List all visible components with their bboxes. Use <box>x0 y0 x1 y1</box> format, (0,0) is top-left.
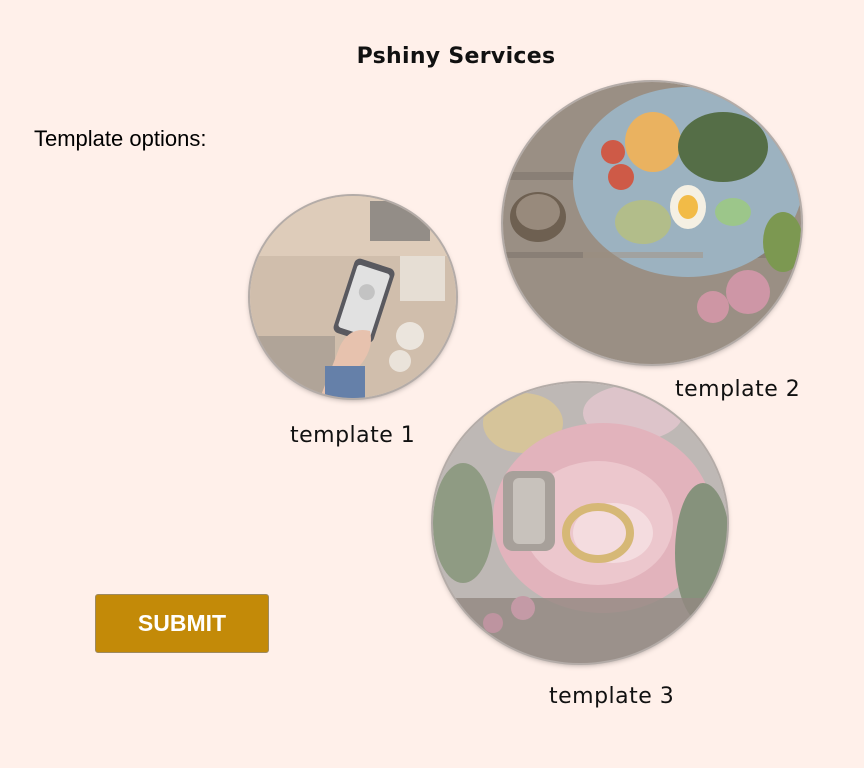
template-1-image[interactable] <box>250 196 456 398</box>
template-3-image[interactable] <box>433 383 727 663</box>
template-2-image[interactable] <box>503 82 801 364</box>
submit-button[interactable]: SUBMIT <box>95 594 269 653</box>
template-1-caption: template 1 <box>290 423 416 448</box>
template-3-caption: template 3 <box>549 684 675 709</box>
template-options-label: Template options: <box>34 126 207 151</box>
page-title: Pshiny Services <box>356 44 556 69</box>
template-2-caption: template 2 <box>675 377 801 402</box>
